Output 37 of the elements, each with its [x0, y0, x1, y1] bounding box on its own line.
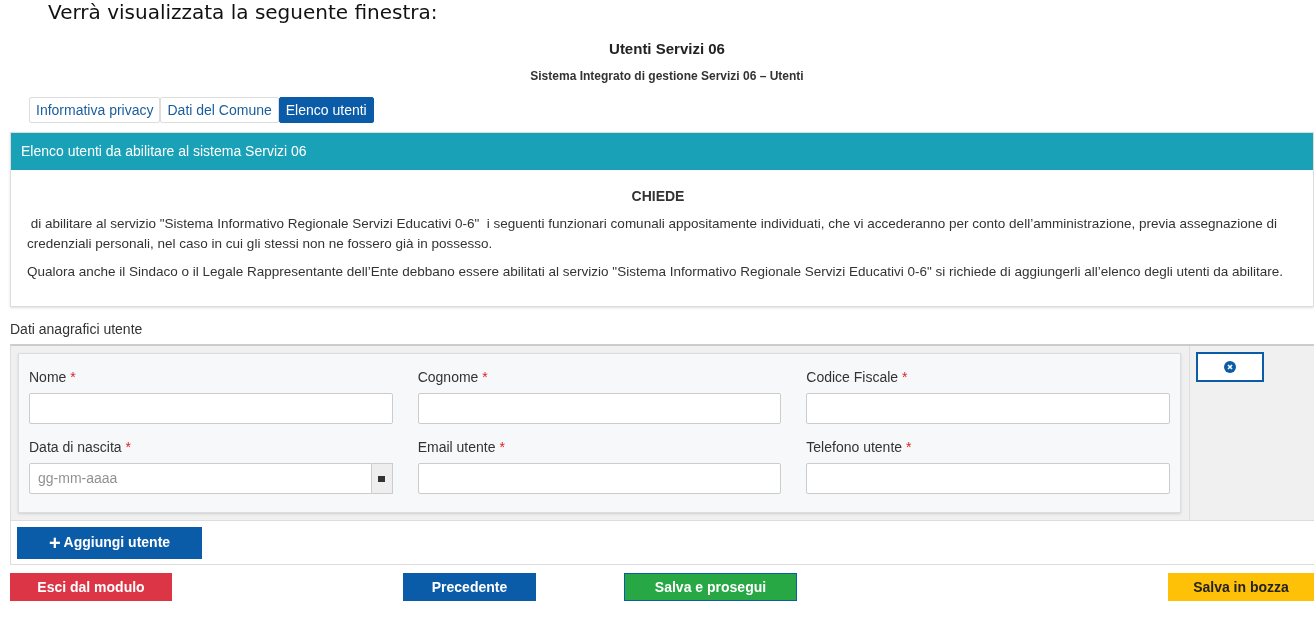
tab[interactable]: Elenco utenti [278, 97, 374, 123]
close-icon [1224, 361, 1236, 373]
field-label: Telefono utente [806, 439, 903, 455]
input-field[interactable] [29, 393, 393, 424]
remove-button[interactable] [1196, 352, 1264, 382]
field-label: Data di nascita [29, 439, 122, 455]
page-subtitle: Sistema Integrato di gestione Servizi 06 – Utenti [529, 68, 805, 84]
input-field[interactable] [806, 463, 1170, 494]
field-label: Email utente [417, 439, 496, 455]
panel-header: Elenco utenti da abilitare al sistema Servizi 06 [11, 133, 1313, 170]
required-mark: * [482, 369, 488, 385]
required-mark: * [125, 439, 131, 455]
tab[interactable]: Dati del Comune [160, 97, 279, 123]
field-label: Nome [29, 369, 67, 385]
required-mark: * [902, 369, 908, 385]
field-label: Codice Fiscale [806, 369, 899, 385]
calendar-icon[interactable] [371, 463, 393, 494]
tab[interactable]: Informativa privacy [29, 97, 161, 123]
input-field[interactable] [417, 393, 782, 424]
section-label: Dati anagrafici utente [10, 320, 144, 338]
field-label: Cognome [417, 369, 479, 385]
required-mark: * [70, 369, 76, 385]
page-title: Utenti Servizi 06 [608, 40, 726, 58]
footer-button[interactable]: Esci dal modulo [10, 573, 172, 601]
paragraph: di abilitare al servizio "Sistema Informativo Regionale Servizi Educativi 0-6" i seguenti funzionari comunali appositamente individuati, che vi accederanno per conto dell’amministrazione, previa assegnazione di credenziali personali, nel caso in cui gli stessi non ne fossero già in possesso. [27, 215, 1278, 253]
paragraph: Qualora anche il Sindaco o il Legale Rappresentante dell’Ente debbano essere abilitati al servizio "Sistema Informativo Regionale Servizi Educativi 0-6" si richiede di aggiungerli all’elenco degli utenti da abilitare. [27, 263, 1285, 281]
footer-button[interactable]: Precedente [403, 573, 536, 601]
input-field[interactable] [417, 463, 782, 494]
section-heading: CHIEDE [630, 187, 686, 206]
date-field[interactable]: gg-mm-aaaa [29, 463, 372, 494]
required-mark: * [499, 439, 505, 455]
input-field[interactable] [806, 393, 1170, 424]
plus-icon: + [48, 532, 61, 553]
add-user-button[interactable]: +Aggiungi utente [17, 526, 202, 559]
footer-button[interactable]: Salva in bozza [1168, 573, 1314, 601]
intro-text: Verrà visualizzata la seguente finestra: [47, 0, 439, 24]
required-mark: * [905, 439, 912, 455]
